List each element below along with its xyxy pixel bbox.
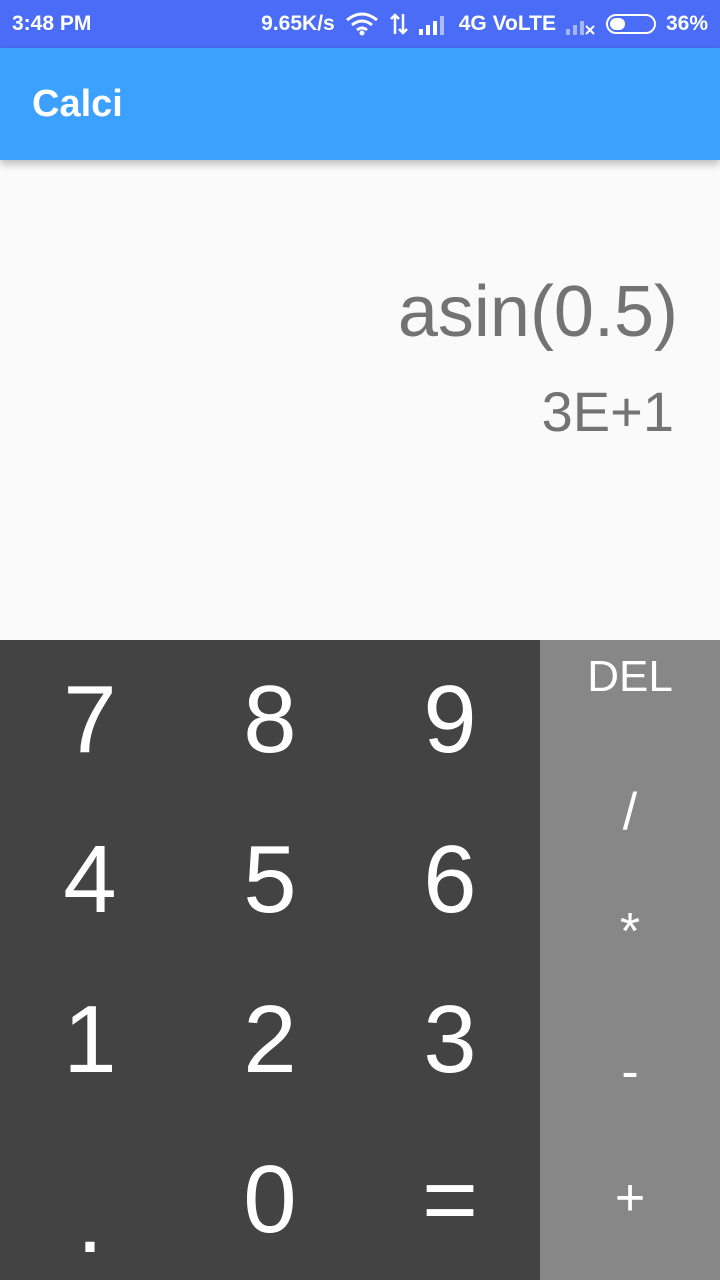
wifi-icon [345,12,379,36]
key-8[interactable]: 8 [180,640,360,800]
battery-icon [605,14,656,34]
expression-display: asin(0.5) [397,272,678,352]
network-speed: 9.65K/s [261,12,335,35]
key-subtract[interactable]: - [540,1030,720,1114]
key-divide[interactable]: / [540,770,720,854]
data-transfer-icon [389,12,409,36]
signal-no-sim-icon [565,13,596,35]
status-time: 3:48 PM [12,12,92,35]
key-2[interactable]: 2 [180,960,360,1120]
key-0[interactable]: 0 [180,1120,360,1280]
result-display: 3E+1 [541,380,674,443]
key-4[interactable]: 4 [0,800,180,960]
key-6[interactable]: 6 [360,800,540,960]
network-type: 4G VoLTE [458,12,556,35]
number-pad: 7 8 9 4 5 6 1 2 3 . 0 = [0,640,540,1280]
status-bar: 3:48 PM 9.65K/s 4G VoLTE 36% [0,0,720,48]
app-bar: Calci [0,48,720,160]
key-9[interactable]: 9 [360,640,540,800]
key-delete[interactable]: DEL [540,640,720,714]
key-decimal[interactable]: . [0,1120,180,1280]
signal-icon [418,13,449,35]
key-multiply[interactable]: * [540,890,720,974]
key-add[interactable]: + [540,1156,720,1240]
status-right: 9.65K/s 4G VoLTE 36% [261,12,708,36]
key-7[interactable]: 7 [0,640,180,800]
battery-level [609,18,625,30]
key-3[interactable]: 3 [360,960,540,1120]
key-5[interactable]: 5 [180,800,360,960]
app-title: Calci [32,82,123,125]
key-1[interactable]: 1 [0,960,180,1120]
battery-percent: 36% [665,12,708,35]
key-equals[interactable]: = [360,1120,540,1280]
operator-pad: DEL / * - + [540,640,720,1280]
